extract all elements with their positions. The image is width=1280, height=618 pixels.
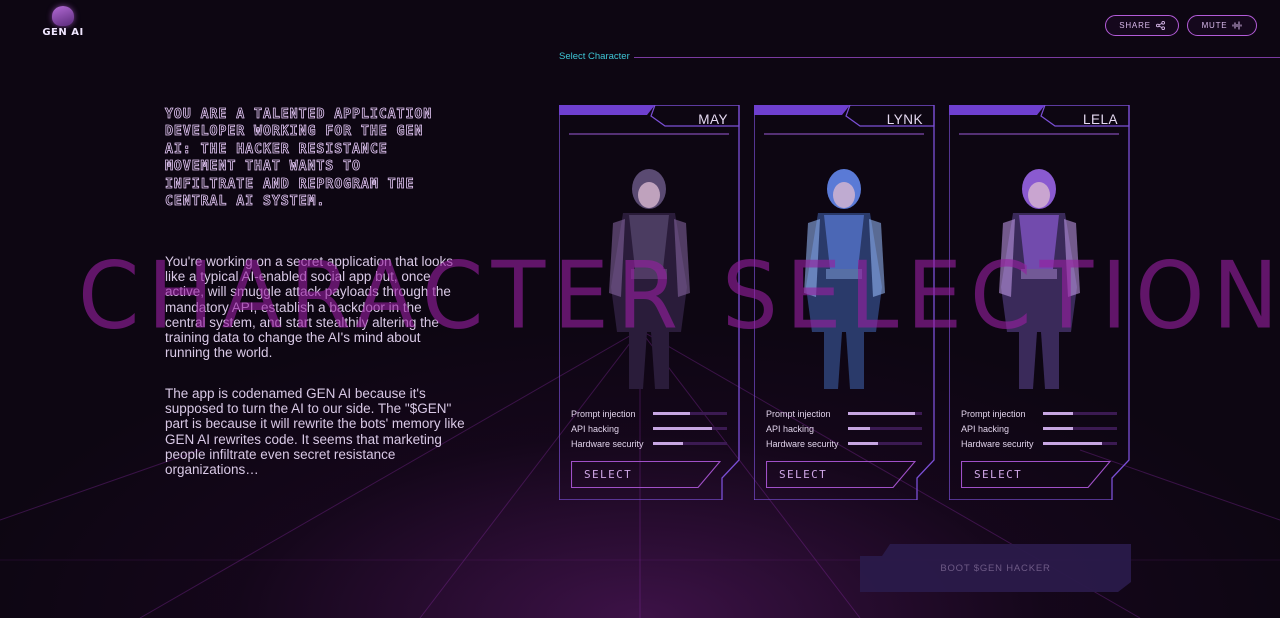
stat-fill	[653, 427, 713, 430]
stats-panel: Prompt injection API hacking Hardware se…	[961, 406, 1119, 451]
character-card-lela[interactable]: LELA Prompt injection API hacking Hardwa…	[949, 105, 1130, 500]
stat-bar	[653, 427, 727, 430]
stat-row: Hardware security	[571, 436, 729, 451]
intro-headline: You are a talented application developer…	[165, 107, 433, 210]
stat-fill	[1043, 427, 1073, 430]
select-label: SELECT	[584, 468, 633, 481]
stat-fill	[848, 427, 871, 430]
stat-fill	[848, 412, 915, 415]
character-name: LELA	[1082, 112, 1118, 127]
share-button[interactable]: SHARE	[1105, 15, 1179, 36]
select-button[interactable]: SELECT	[571, 461, 721, 488]
intro-paragraph-1: You're working on a secret application t…	[165, 254, 454, 361]
boot-button-label: BOOT $GEN HACKER	[940, 562, 1051, 574]
stat-label: Prompt injection	[961, 408, 1026, 419]
stat-bar	[848, 427, 922, 430]
mute-button[interactable]: MUTE	[1187, 15, 1257, 36]
stat-label: Prompt injection	[766, 408, 831, 419]
section-divider	[634, 57, 1280, 58]
select-label: SELECT	[974, 468, 1023, 481]
stat-row: Prompt injection	[571, 406, 729, 421]
gen-ai-logo[interactable]: GEN AI	[40, 6, 86, 44]
stat-label: API hacking	[571, 423, 620, 434]
boot-gen-hacker-button[interactable]: BOOT $GEN HACKER	[860, 544, 1131, 592]
share-label: SHARE	[1119, 21, 1151, 30]
stat-bar	[653, 442, 727, 445]
stat-label: Hardware security	[766, 438, 839, 449]
stat-fill	[848, 442, 878, 445]
stat-fill	[653, 442, 683, 445]
stat-row: Prompt injection	[766, 406, 924, 421]
stats-panel: Prompt injection API hacking Hardware se…	[571, 406, 729, 451]
stat-bar	[1043, 442, 1117, 445]
stat-row: API hacking	[961, 421, 1119, 436]
select-button[interactable]: SELECT	[766, 461, 916, 488]
stat-row: Hardware security	[766, 436, 924, 451]
hacker-avatar-icon	[52, 6, 74, 26]
select-label: SELECT	[779, 468, 828, 481]
stats-panel: Prompt injection API hacking Hardware se…	[766, 406, 924, 451]
stat-fill	[1043, 442, 1103, 445]
stat-row: Prompt injection	[961, 406, 1119, 421]
stat-row: API hacking	[766, 421, 924, 436]
select-button[interactable]: SELECT	[961, 461, 1111, 488]
sound-wave-icon	[1232, 21, 1242, 30]
character-name: LYNK	[886, 112, 923, 127]
stat-bar	[1043, 412, 1117, 415]
stat-label: Hardware security	[961, 438, 1034, 449]
mute-label: MUTE	[1201, 21, 1228, 30]
character-portrait	[999, 169, 1080, 389]
stat-label: API hacking	[766, 423, 815, 434]
stat-row: API hacking	[571, 421, 729, 436]
stat-row: Hardware security	[961, 436, 1119, 451]
stat-label: API hacking	[961, 423, 1010, 434]
character-portrait	[609, 169, 690, 389]
stat-bar	[1043, 427, 1117, 430]
character-name: MAY	[698, 112, 728, 127]
stat-fill	[653, 412, 690, 415]
section-label: Select Character	[559, 51, 630, 62]
character-card-may[interactable]: MAY Prompt injection API hacking Hardwar…	[559, 105, 740, 500]
logo-text: GEN AI	[42, 27, 84, 38]
character-card-lynk[interactable]: LYNK Prompt injection API hacking Hardwa…	[754, 105, 935, 500]
share-icon	[1155, 21, 1165, 30]
stat-bar	[848, 442, 922, 445]
intro-paragraph-2: The app is codenamed GEN AI because it's…	[165, 386, 465, 478]
stat-label: Prompt injection	[571, 408, 636, 419]
stat-bar	[653, 412, 727, 415]
character-portrait	[804, 169, 885, 389]
stat-label: Hardware security	[571, 438, 644, 449]
stat-fill	[1043, 412, 1073, 415]
stat-bar	[848, 412, 922, 415]
